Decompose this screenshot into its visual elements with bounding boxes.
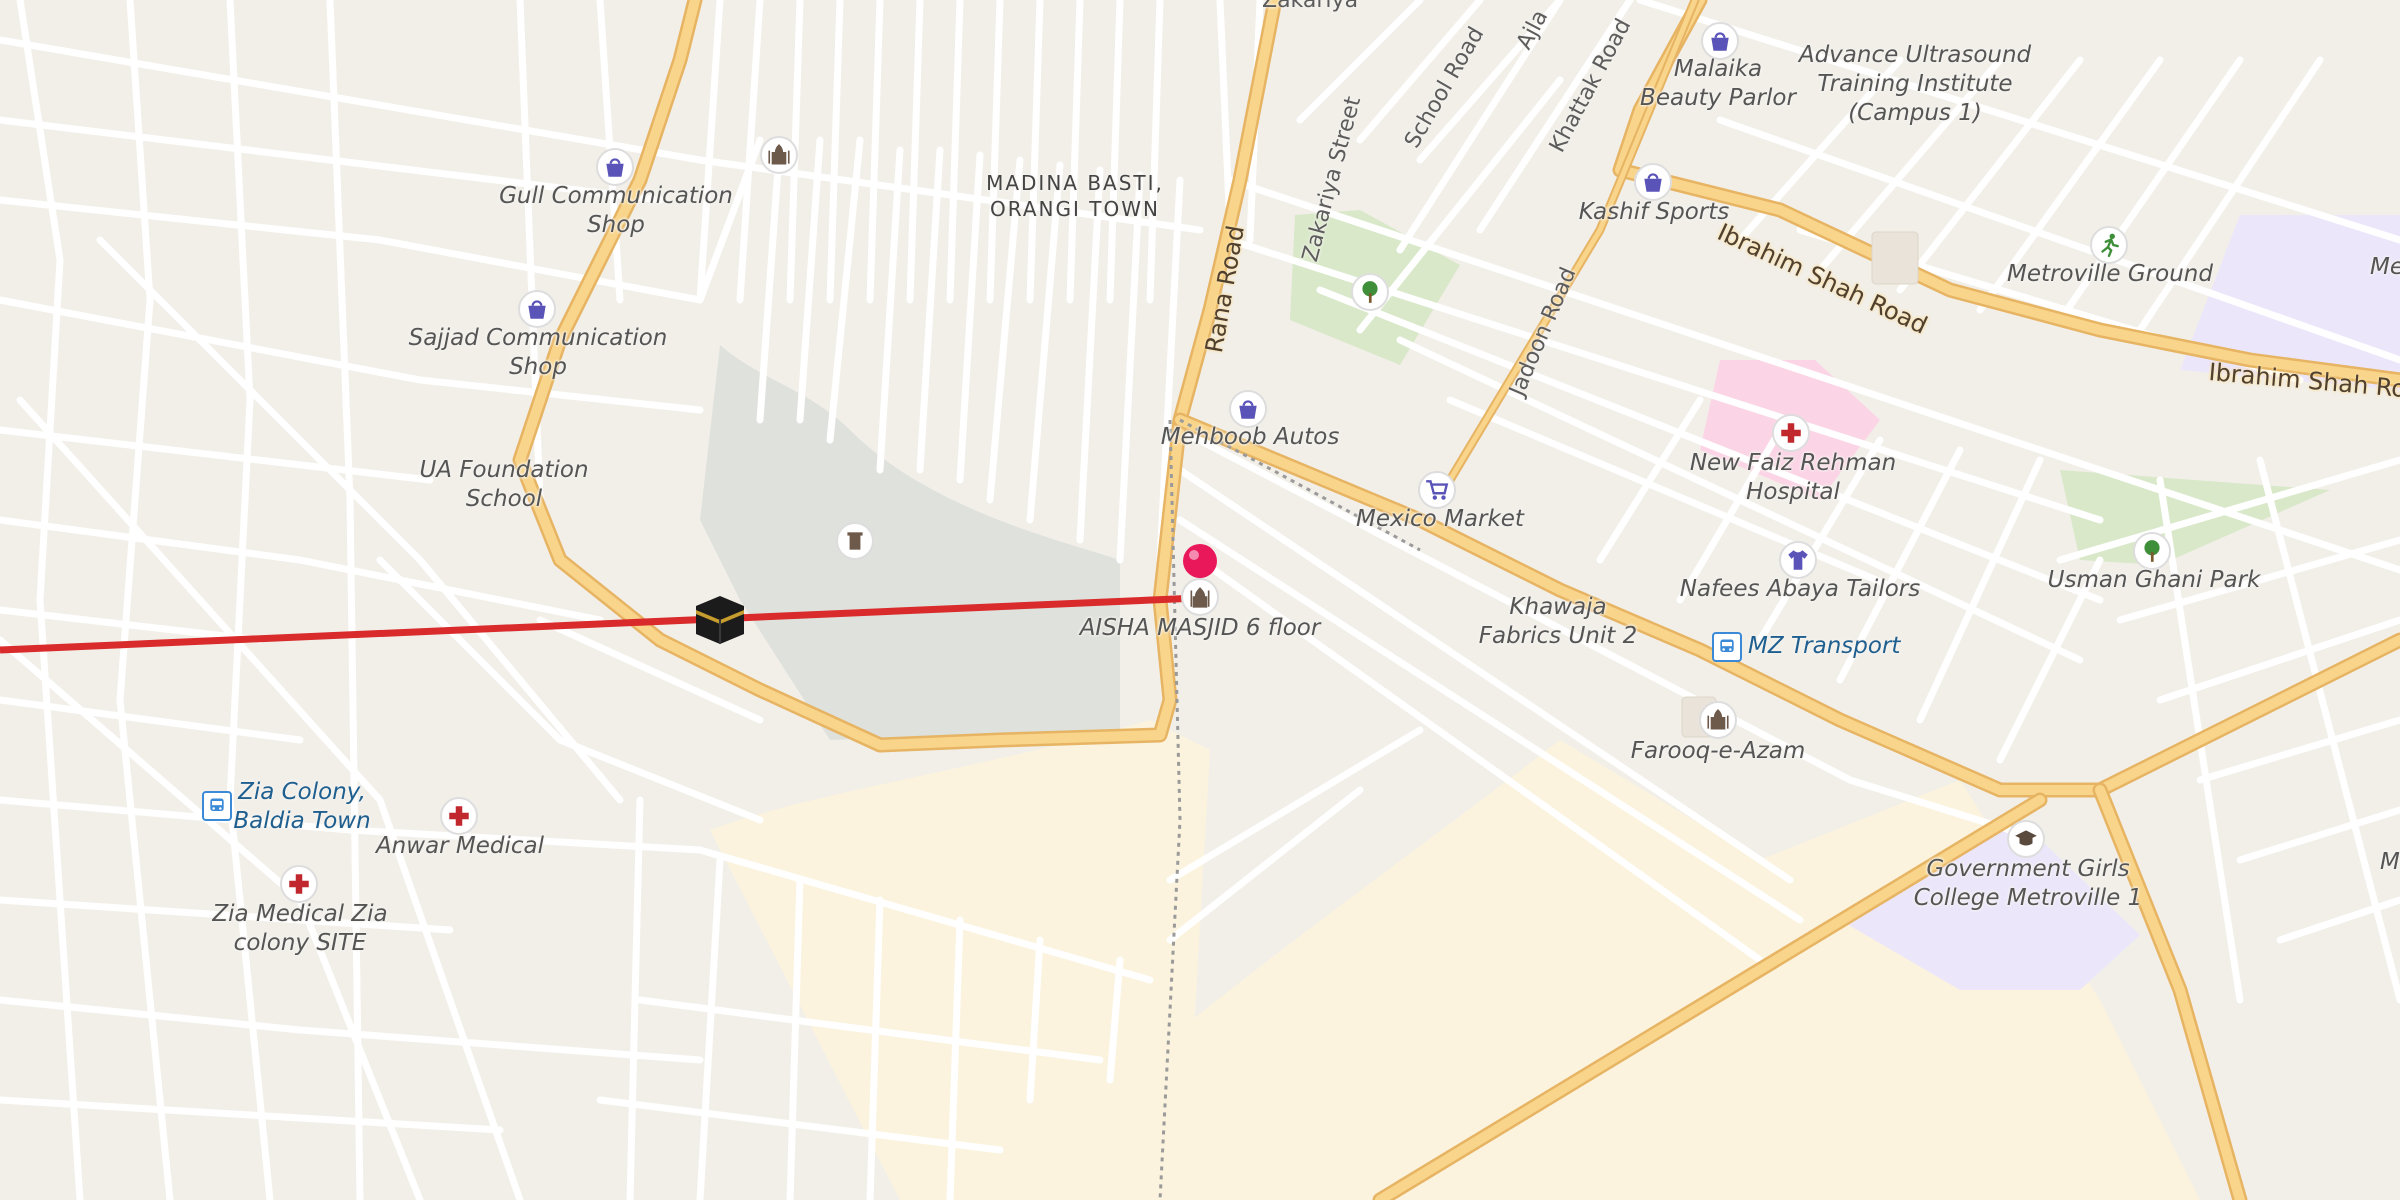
poi-label-sajjad-communication: Sajjad Communication Shop [408,325,668,380]
grave-monument-icon[interactable] [836,522,874,560]
poi-label-mz-transport: MZ Transport [1748,633,1901,659]
kaaba-icon[interactable] [694,594,746,650]
shop-bag-icon[interactable] [596,148,634,186]
place-of-worship-icon[interactable] [760,136,798,174]
poi-label-anwar-medical: Anwar Medical [375,833,545,859]
poi-label-gull-communication: Gull Communication Shop [499,183,733,238]
shop-bag-icon[interactable] [1634,163,1672,201]
poi-label-kashif-sports: Kashif Sports [1578,199,1730,225]
street-label-zakariya: Zakariya [1262,0,1359,13]
poi-label-mexico-market: Mexico Market [1356,506,1524,532]
pharmacy-cross-icon[interactable] [280,865,318,903]
poi-label-khawaja-fabrics: Khawaja Fabrics Unit 2 [1478,594,1638,649]
park-tree-icon[interactable] [2133,532,2171,570]
bus-station-icon[interactable] [202,791,232,821]
pharmacy-cross-icon[interactable] [440,797,478,835]
clothes-shirt-icon[interactable] [1779,541,1817,579]
poi-label-m: M [2380,849,2400,875]
bus-station-icon[interactable] [1712,632,1742,662]
park-tree-icon[interactable] [1351,273,1389,311]
poi-label-government-girls-college: Government Girls College Metroville 1 [1913,856,2143,911]
hospital-cross-icon[interactable] [1772,414,1810,452]
poi-label-new-faiz-rehman-hospital: New Faiz Rehman Hospital [1689,450,1897,505]
shopping-cart-icon[interactable] [1418,471,1456,509]
sports-runner-icon[interactable] [2090,226,2128,264]
place-of-worship-icon[interactable] [1699,701,1737,739]
mosque-icon[interactable] [1181,578,1219,616]
poi-label-farooq-e-azam: Farooq-e-Azam [1630,738,1806,764]
poi-label-me: Me [2370,254,2400,280]
shop-bag-icon[interactable] [518,290,556,328]
poi-label-usman-ghani-park: Usman Ghani Park [2047,567,2261,593]
poi-label-zia-medical: Zia Medical Zia colony SITE [212,901,388,956]
poi-label-aisha-masjid: AISHA MASJID 6 floor [1079,615,1321,641]
poi-label-advance-ultrasound: Advance Ultrasound Training Institute (Cam… [1798,42,2032,126]
poi-label-ua-foundation-school: UA Foundation School [419,457,589,512]
poi-label-malaika-beauty-parlor: Malaika Beauty Parlor [1640,56,1796,111]
poi-label-zia-colony: Zia Colony, Baldia Town [233,779,371,834]
poi-label-mehboob-autos: Mehboob Autos [1160,424,1340,450]
graduation-cap-icon[interactable] [2007,820,2045,858]
area-label-madina-basti: MADINA BASTI, ORANGI TOWN [986,171,1164,221]
poi-label-metroville-ground: Metroville Ground [2007,261,2213,287]
poi-label-nafees-abaya-tailors: Nafees Abaya Tailors [1679,576,1921,602]
map-view[interactable]: MADINA BASTI, ORANGI TOWN Zakariya Zakari… [0,0,2400,1200]
